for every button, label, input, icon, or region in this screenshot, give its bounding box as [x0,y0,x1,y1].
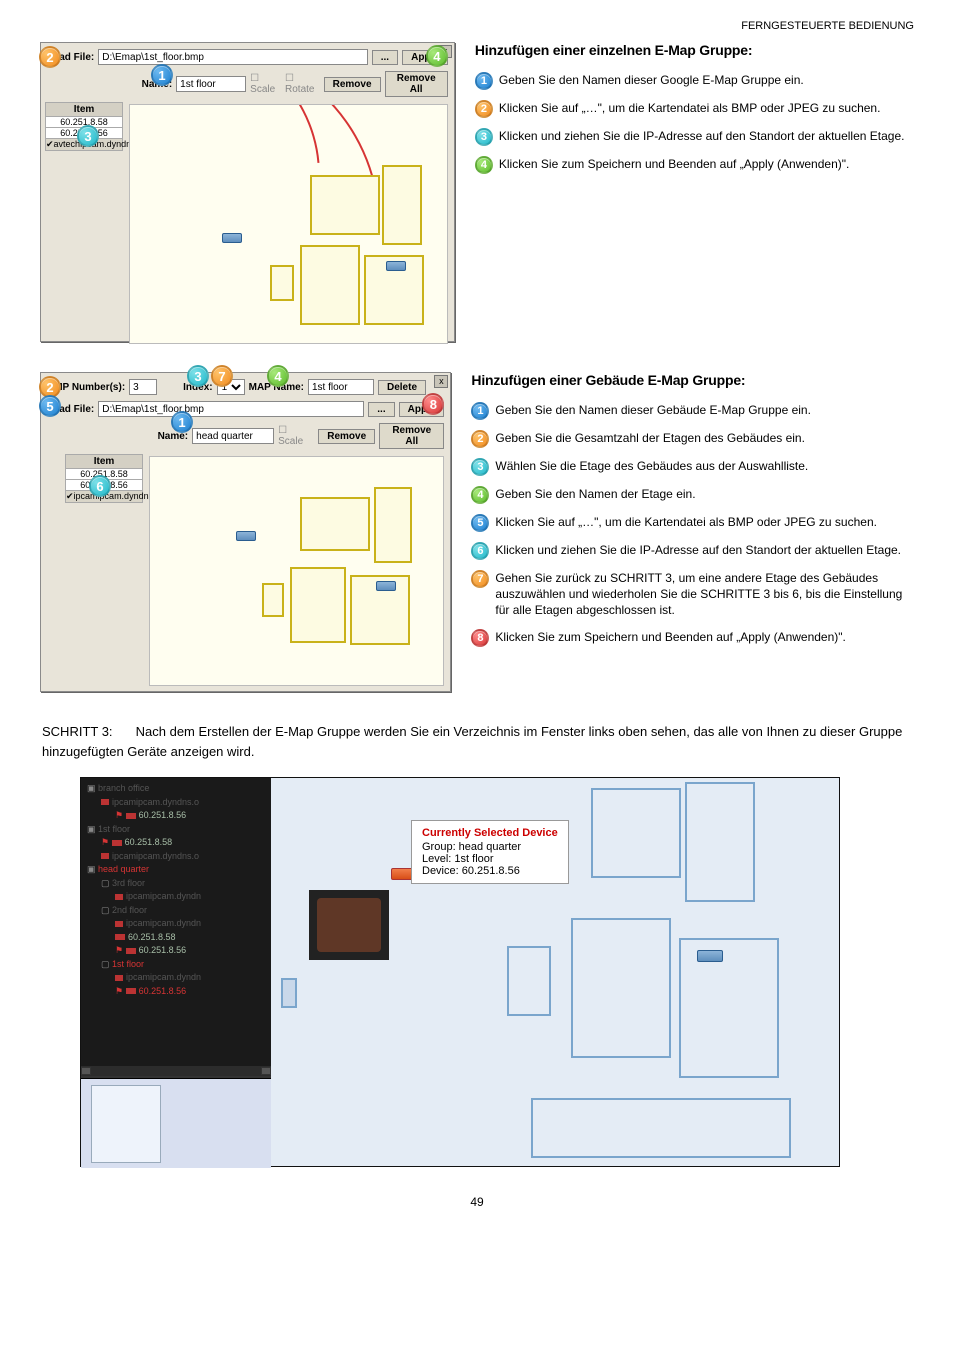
step3-label: SCHRITT 3: [42,722,132,742]
item-header: Item [45,102,123,117]
callout-4: 4 [267,365,289,387]
main-map-view[interactable]: Currently Selected Device Group: head qu… [271,778,839,1166]
step-badge-2: 2 [471,430,489,448]
step-badge-6: 6 [471,542,489,560]
step-text: Geben Sie den Namen der Etage ein. [495,486,695,502]
step-badge-5: 5 [471,514,489,532]
tooltip-group: Group: head quarter [422,841,558,853]
camera-icon[interactable] [236,531,256,541]
section-single-emap: x 2 1 4 3 Load File: ... Apply Name: ☐ S… [40,42,914,342]
section-title: Hinzufügen einer Gebäude E-Map Gruppe: [471,372,914,388]
section-building-emap: x 2 3 7 4 5 1 8 6 BMP Number(s): Index: … [40,372,914,692]
camera-icon[interactable] [386,261,406,271]
step-badge-3: 3 [471,458,489,476]
step-text: Gehen Sie zurück zu SCHRITT 3, um eine a… [495,570,914,619]
removeall-button[interactable]: Remove All [379,423,444,449]
live-preview-thumb [309,890,389,960]
step-text: Wählen Sie die Etage des Gebäudes aus de… [495,458,808,474]
callout-1: 1 [171,411,193,433]
callout-2: 2 [39,46,61,68]
tooltip-level: Level: 1st floor [422,853,558,865]
remove-button[interactable]: Remove [318,429,375,444]
emap-viewer-window: – □ × ▣ branch office ipcamipcam.dyndns.… [80,777,840,1167]
camera-icon[interactable] [376,581,396,591]
step-badge-4: 4 [475,156,493,174]
callout-7: 7 [211,365,233,387]
close-icon[interactable]: x [434,375,448,388]
tooltip-title: Currently Selected Device [422,827,558,839]
step-text: Geben Sie die Gesamtzahl der Etagen des … [495,430,805,446]
rotate-checkbox[interactable]: ☐ Rotate [285,73,320,95]
page-header: FERNGESTEUERTE BEDIENUNG [40,20,914,32]
step-text: Klicken und ziehen Sie die IP-Adresse au… [499,128,905,144]
step-badge-4: 4 [471,486,489,504]
callout-5: 5 [39,395,61,417]
floor-map[interactable] [149,456,444,686]
browse-button[interactable]: ... [372,50,398,65]
scale-checkbox[interactable]: ☐ Scale [250,73,281,95]
callout-1: 1 [151,64,173,86]
loadfile-input[interactable] [98,49,368,65]
step-text: Geben Sie den Namen dieser Google E-Map … [499,72,804,88]
removeall-button[interactable]: Remove All [385,71,448,97]
callout-3: 3 [187,365,209,387]
device-tree[interactable]: ▣ branch office ipcamipcam.dyndns.o ⚑ 60… [81,778,271,1068]
name-input[interactable] [192,428,274,444]
step-badge-3: 3 [475,128,493,146]
name-input[interactable] [176,76,246,92]
delete-button[interactable]: Delete [378,380,426,395]
step-badge-8: 8 [471,629,489,647]
page-number: 49 [40,1195,914,1209]
tooltip-selected-device: Currently Selected Device Group: head qu… [411,820,569,884]
step3-body: Nach dem Erstellen der E-Map Gruppe werd… [42,724,902,759]
step-badge-2: 2 [475,100,493,118]
bmpnum-input[interactable] [129,379,157,395]
step-text: Klicken Sie zum Speichern und Beenden au… [495,629,845,645]
tree-scrollbar[interactable] [81,1066,271,1076]
step-badge-7: 7 [471,570,489,588]
scale-checkbox[interactable]: ☐ Scale [278,425,310,447]
dialog-single-emap: x 2 1 4 3 Load File: ... Apply Name: ☐ S… [40,42,455,342]
step-badge-1: 1 [475,72,493,90]
mapname-input[interactable] [308,379,374,395]
camera-icon[interactable] [697,950,723,962]
step3-paragraph: SCHRITT 3: Nach dem Erstellen der E-Map … [42,722,914,761]
dialog-building-emap: x 2 3 7 4 5 1 8 6 BMP Number(s): Index: … [40,372,451,692]
step-badge-1: 1 [471,402,489,420]
browse-button[interactable]: ... [368,402,394,417]
step-text: Klicken Sie zum Speichern und Beenden au… [499,156,849,172]
loadfile-input[interactable] [98,401,364,417]
step-text: Klicken Sie auf „…", um die Kartendatei … [499,100,881,116]
step-text: Geben Sie den Namen dieser Gebäude E-Map… [495,402,811,418]
remove-button[interactable]: Remove [324,77,381,92]
tooltip-device: Device: 60.251.8.56 [422,865,558,877]
camera-icon[interactable] [222,233,242,243]
section-title: Hinzufügen einer einzelnen E-Map Gruppe: [475,42,914,58]
callout-3: 3 [77,125,99,147]
step-text: Klicken und ziehen Sie die IP-Adresse au… [495,542,901,558]
callout-8: 8 [422,393,444,415]
step-text: Klicken Sie auf „…", um die Kartendatei … [495,514,877,530]
callout-4: 4 [426,45,448,67]
floor-map[interactable] [129,104,448,344]
item-header: Item [65,454,143,469]
building-thumbnail [81,1078,271,1168]
callout-6: 6 [89,475,111,497]
